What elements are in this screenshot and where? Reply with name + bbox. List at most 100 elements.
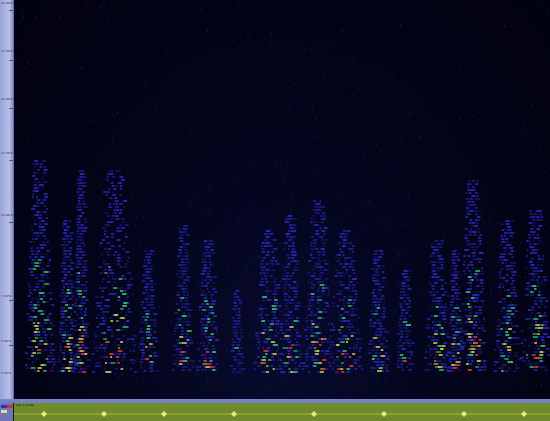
spectral-energy xyxy=(464,237,468,239)
spectral-energy xyxy=(67,334,70,336)
spectral-energy xyxy=(382,310,386,312)
noise-speck xyxy=(36,16,38,20)
spectral-energy xyxy=(71,304,75,306)
spectral-energy xyxy=(527,282,530,284)
spectral-energy xyxy=(475,213,478,215)
spectral-energy xyxy=(259,281,263,283)
spectral-energy xyxy=(371,268,375,270)
spectral-energy xyxy=(343,233,346,235)
spectral-energy xyxy=(357,365,362,367)
spectral-energy xyxy=(138,331,143,333)
spectral-energy xyxy=(511,250,514,252)
noise-speck xyxy=(161,371,163,374)
spectral-energy xyxy=(103,287,106,289)
spectral-energy xyxy=(74,329,77,331)
noise-speck xyxy=(145,84,147,86)
spectral-energy xyxy=(351,290,356,292)
noise-speck xyxy=(106,286,108,288)
spectral-energy xyxy=(511,274,515,276)
spectral-energy xyxy=(101,281,103,283)
noise-speck xyxy=(193,363,195,366)
spectral-energy-high xyxy=(466,333,471,335)
noise-speck xyxy=(367,346,369,349)
spectral-energy-mid xyxy=(145,313,150,315)
spectral-energy xyxy=(72,371,76,373)
noise-speck xyxy=(127,169,129,172)
spectral-energy xyxy=(60,349,62,351)
spectral-energy xyxy=(513,370,517,372)
spectrogram-canvas[interactable] xyxy=(14,0,550,399)
spectral-energy xyxy=(355,290,358,292)
spectral-energy xyxy=(256,338,260,340)
noise-speck xyxy=(426,290,428,292)
spectral-energy xyxy=(81,284,85,286)
spectral-energy xyxy=(183,336,187,338)
spectral-energy xyxy=(238,311,241,313)
spectral-energy xyxy=(265,281,269,283)
spectral-energy-mid xyxy=(104,272,107,274)
noise-speck xyxy=(346,39,348,41)
spectral-energy xyxy=(525,267,528,269)
noise-speck xyxy=(336,232,338,234)
spectral-energy xyxy=(465,234,468,236)
spectral-energy xyxy=(143,370,146,372)
spectral-energy xyxy=(310,287,315,289)
spectral-energy xyxy=(34,334,37,336)
spectral-energy xyxy=(268,251,270,253)
spectral-energy-mid xyxy=(78,293,83,295)
spectral-energy xyxy=(358,356,362,358)
spectral-energy xyxy=(324,269,326,271)
spectral-energy xyxy=(70,328,73,330)
spectral-energy xyxy=(69,274,73,276)
noise-speck xyxy=(311,205,313,209)
noise-speck xyxy=(220,113,222,117)
spectral-energy xyxy=(540,219,544,221)
spectral-energy xyxy=(454,283,458,285)
noise-speck xyxy=(237,128,239,132)
noise-speck xyxy=(156,108,158,112)
noise-speck xyxy=(341,153,343,155)
spectral-energy xyxy=(44,244,47,246)
spectral-energy xyxy=(211,345,215,347)
noise-speck xyxy=(433,101,435,103)
spectral-energy xyxy=(532,225,535,227)
spectral-energy xyxy=(406,366,409,368)
freq-label-17k: 17.5kHz xyxy=(1,49,14,53)
spectral-energy xyxy=(338,299,342,301)
noise-speck xyxy=(263,100,265,103)
spectral-energy xyxy=(65,220,67,222)
spectral-energy xyxy=(438,279,442,281)
spectral-energy xyxy=(397,321,401,323)
spectral-energy xyxy=(450,268,452,270)
spectral-energy xyxy=(382,265,385,267)
spectral-energy xyxy=(343,356,347,358)
spectral-energy-mid xyxy=(103,332,106,334)
spectral-energy-mid xyxy=(43,283,49,285)
spectral-energy xyxy=(210,294,212,296)
noise-speck xyxy=(169,27,171,29)
noise-speck xyxy=(531,143,533,145)
spectral-energy-peak xyxy=(81,353,86,355)
spectral-energy xyxy=(474,183,478,185)
noise-speck xyxy=(272,361,274,363)
spectral-energy xyxy=(265,263,269,265)
spectral-energy-mid xyxy=(467,276,472,278)
spectral-energy xyxy=(199,321,202,323)
noise-speck xyxy=(257,172,259,176)
spectral-energy xyxy=(49,361,54,363)
spectral-energy xyxy=(79,242,83,244)
spectral-energy xyxy=(30,250,32,252)
spectral-energy xyxy=(424,357,427,359)
spectral-energy xyxy=(450,313,452,315)
spectral-energy xyxy=(296,335,300,337)
noise-speck xyxy=(216,189,218,191)
spectral-energy-mid xyxy=(34,307,38,309)
spectral-energy xyxy=(80,227,84,229)
noise-speck xyxy=(237,216,239,218)
spectral-energy xyxy=(452,289,454,291)
spectral-energy xyxy=(285,299,289,301)
spectral-energy xyxy=(232,344,235,346)
spectral-energy xyxy=(293,296,295,298)
spectral-energy xyxy=(186,294,189,296)
spectral-energy xyxy=(498,274,501,276)
